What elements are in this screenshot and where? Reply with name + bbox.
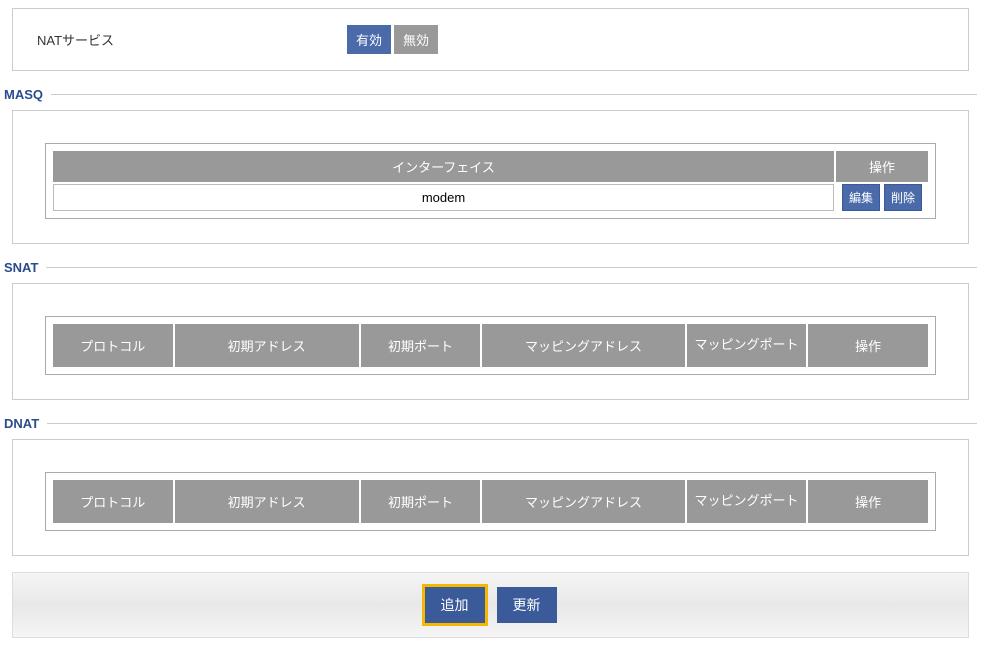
snat-section-header: SNAT [4,260,977,275]
add-button[interactable]: 追加 [425,587,485,623]
snat-header-init-address: 初期アドレス [175,324,359,367]
section-divider [46,267,977,268]
masq-section-label: MASQ [4,87,51,102]
nat-enable-button[interactable]: 有効 [347,25,391,54]
masq-header-action: 操作 [836,151,928,182]
dnat-header-init-port: 初期ポート [361,480,481,523]
dnat-header-init-address: 初期アドレス [175,480,359,523]
section-divider [51,94,977,95]
snat-header-map-address: マッピングアドレス [482,324,684,367]
masq-action-cell: 編集 削除 [836,184,928,211]
nat-service-label: NATサービス [37,30,347,49]
table-row: modem 編集 削除 [53,184,928,211]
snat-header-action: 操作 [808,324,928,367]
delete-button[interactable]: 削除 [884,184,922,211]
masq-section-header: MASQ [4,87,977,102]
snat-table-wrap: プロトコル 初期アドレス 初期ポート マッピングアドレス マッピングポート 操作 [45,316,936,375]
edit-button[interactable]: 編集 [842,184,880,211]
snat-table: プロトコル 初期アドレス 初期ポート マッピングアドレス マッピングポート 操作 [51,322,930,369]
dnat-table: プロトコル 初期アドレス 初期ポート マッピングアドレス マッピングポート 操作 [51,478,930,525]
dnat-header-protocol: プロトコル [53,480,173,523]
snat-header-protocol: プロトコル [53,324,173,367]
masq-panel: インターフェイス 操作 modem 編集 削除 [12,110,969,244]
snat-panel: プロトコル 初期アドレス 初期ポート マッピングアドレス マッピングポート 操作 [12,283,969,400]
dnat-table-wrap: プロトコル 初期アドレス 初期ポート マッピングアドレス マッピングポート 操作 [45,472,936,531]
update-button[interactable]: 更新 [497,587,557,623]
snat-header-map-port: マッピングポート [687,324,807,367]
dnat-header-map-port: マッピングポート [687,480,807,523]
section-divider [47,423,977,424]
snat-section-label: SNAT [4,260,46,275]
dnat-section-label: DNAT [4,416,47,431]
footer-toolbar: 追加 更新 [12,572,969,638]
dnat-header-action: 操作 [808,480,928,523]
masq-table: インターフェイス 操作 modem 編集 削除 [51,149,930,213]
nat-toggle-group: 有効 無効 [347,25,438,54]
dnat-section-header: DNAT [4,416,977,431]
dnat-panel: プロトコル 初期アドレス 初期ポート マッピングアドレス マッピングポート 操作 [12,439,969,556]
masq-header-interface: インターフェイス [53,151,834,182]
snat-header-init-port: 初期ポート [361,324,481,367]
nat-service-panel: NATサービス 有効 無効 [12,8,969,71]
dnat-header-map-address: マッピングアドレス [482,480,684,523]
nat-disable-button[interactable]: 無効 [394,25,438,54]
masq-table-wrap: インターフェイス 操作 modem 編集 削除 [45,143,936,219]
nat-service-row: NATサービス 有効 無効 [37,25,944,54]
masq-cell-interface: modem [53,184,834,211]
